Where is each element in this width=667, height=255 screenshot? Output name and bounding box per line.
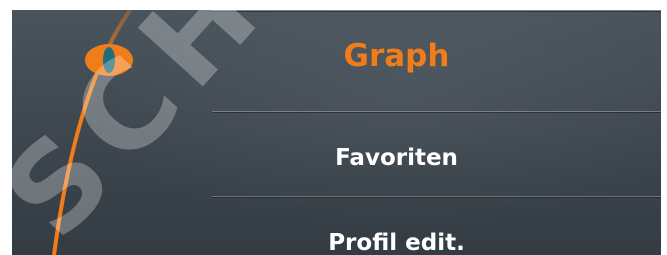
menu-item-label: Profil edit. <box>328 230 465 255</box>
divider <box>212 111 661 112</box>
menu-panel: Graph Favoriten Profil edit. <box>12 10 661 255</box>
eye-marker-icon <box>85 44 133 76</box>
menu-item-graph[interactable]: Graph <box>132 38 661 74</box>
divider <box>212 196 661 197</box>
menu-item-profil-edit[interactable]: Profil edit. <box>132 230 661 255</box>
menu-item-favoriten[interactable]: Favoriten <box>132 145 661 171</box>
menu-item-label: Favoriten <box>335 145 458 171</box>
divider <box>212 10 661 11</box>
menu-item-label: Graph <box>343 38 450 74</box>
